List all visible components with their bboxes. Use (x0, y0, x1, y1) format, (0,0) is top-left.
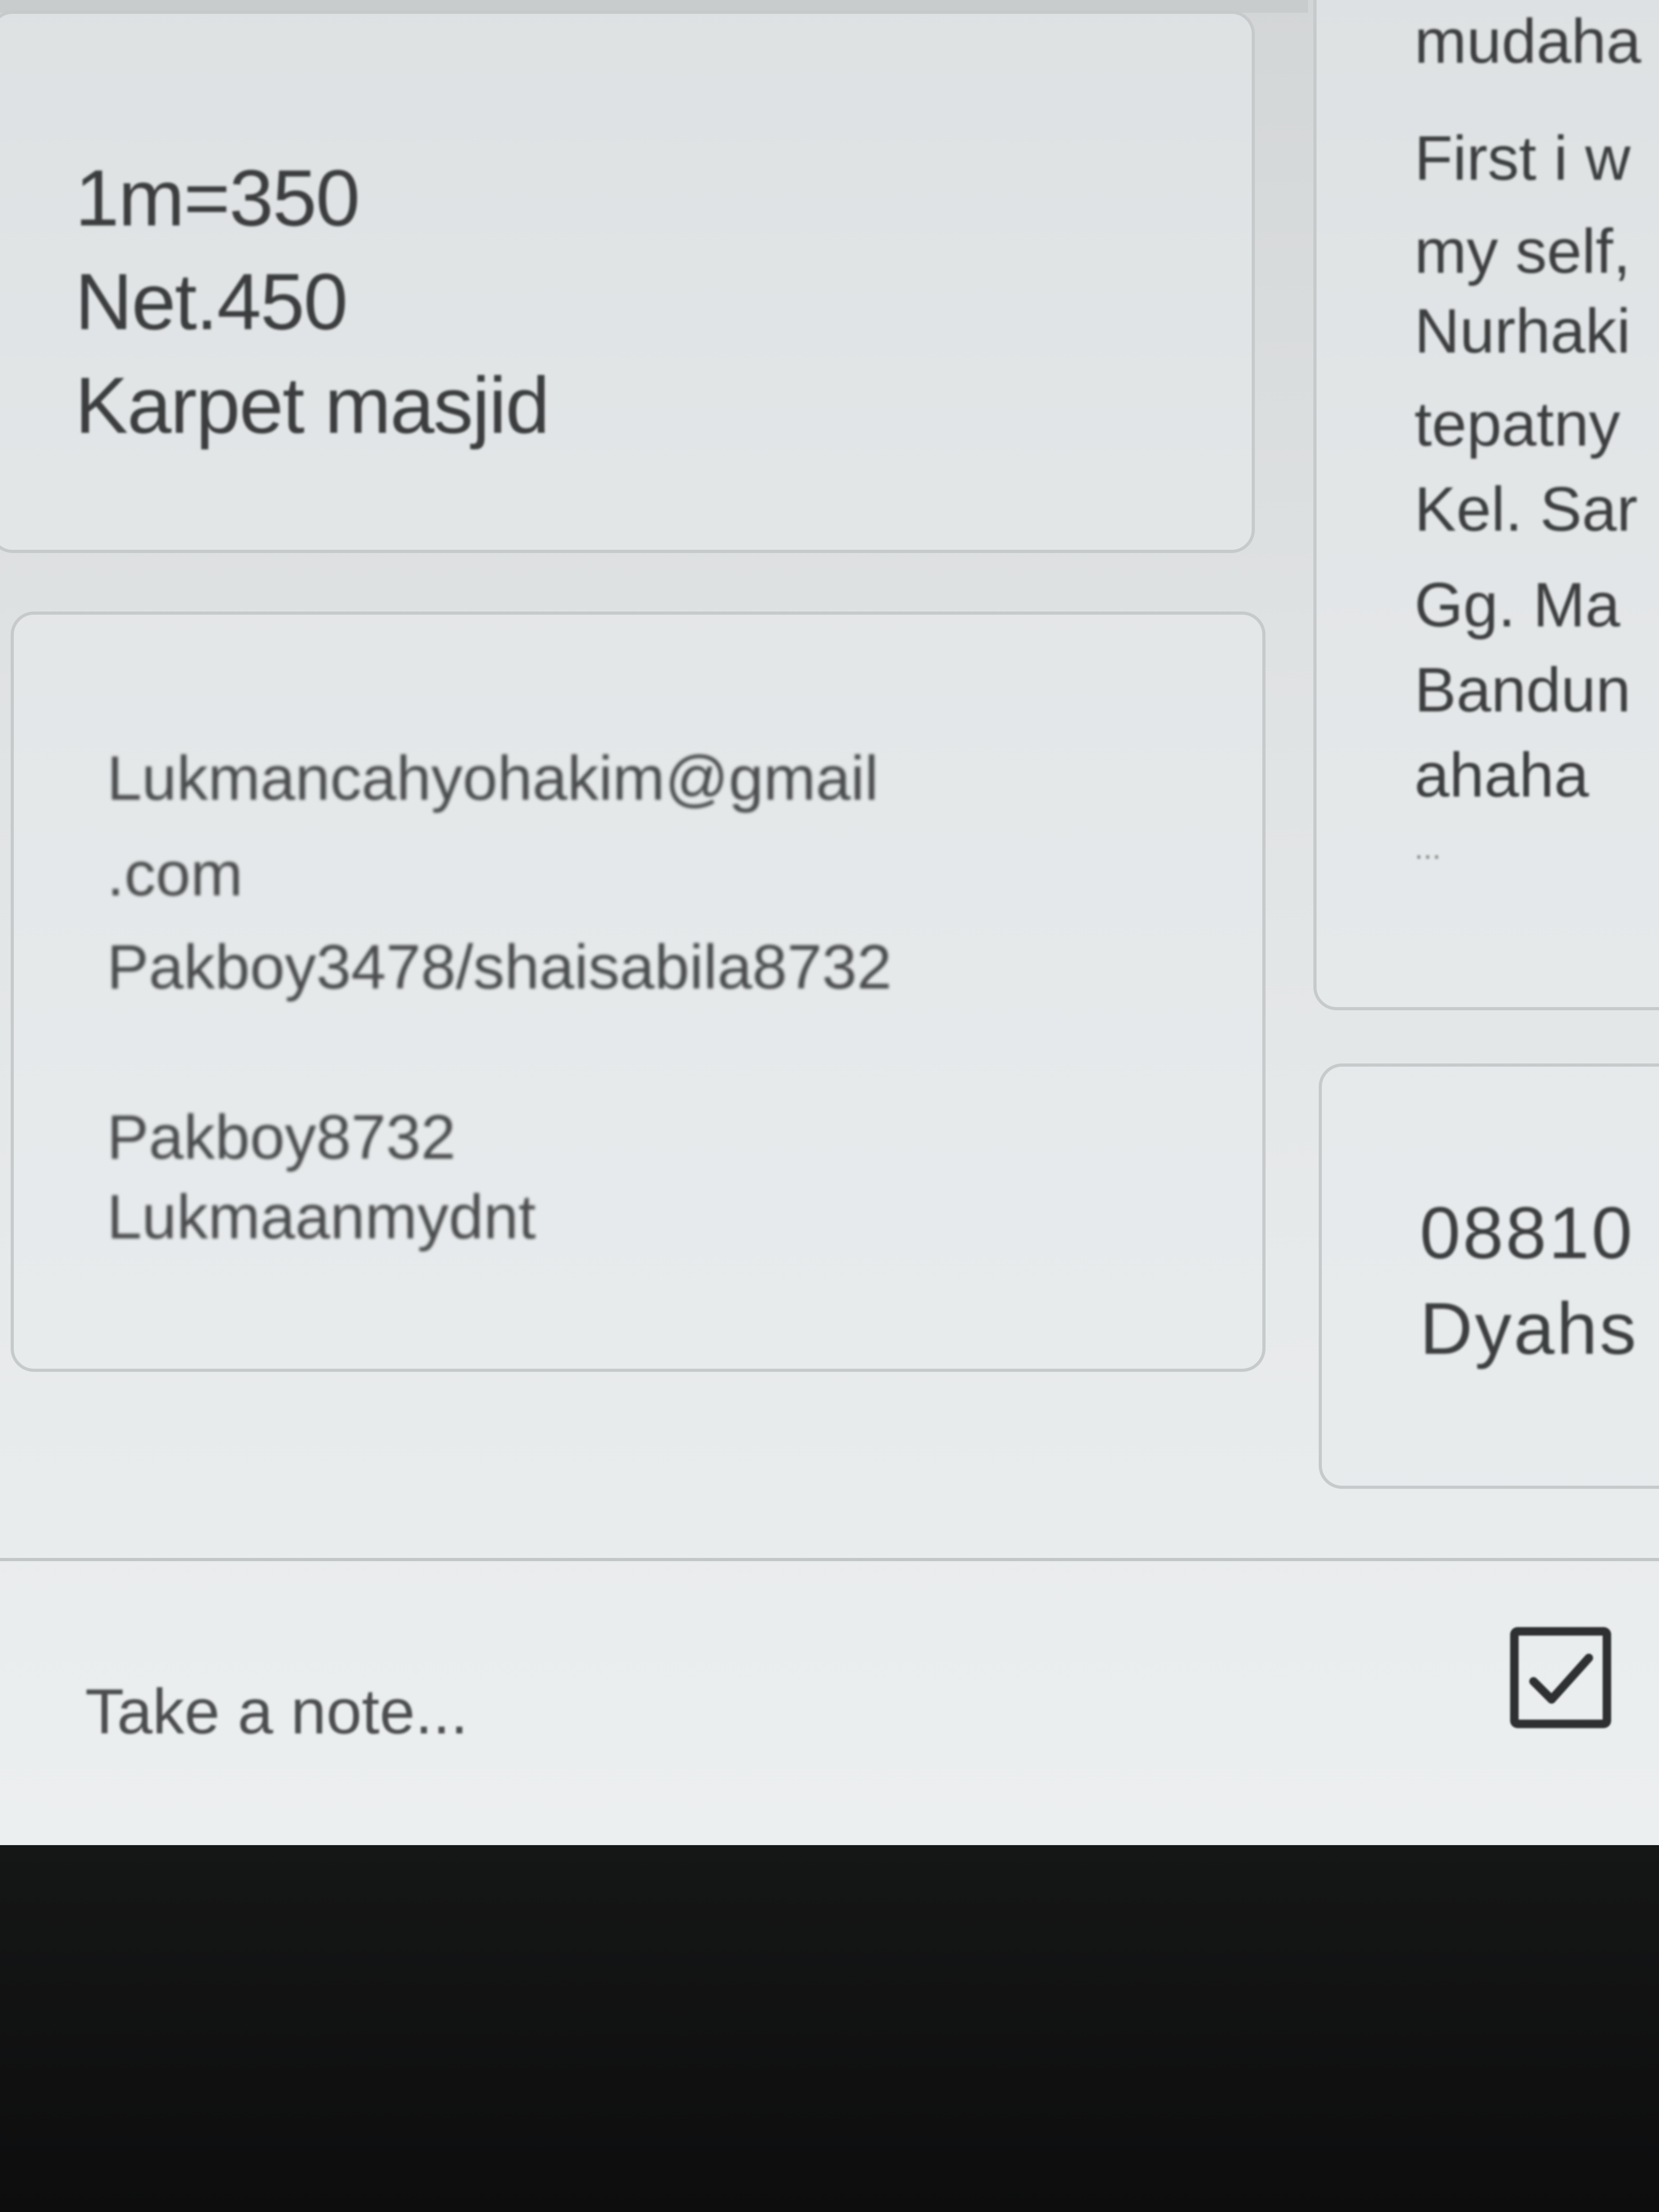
note-text-line: .com (107, 839, 243, 909)
note-text-line: my self, (1414, 216, 1631, 287)
note-card[interactable]: 1m=350 Net.450 Karpet masjid (0, 11, 1255, 553)
new-list-button[interactable] (1510, 1627, 1611, 1728)
note-text-line: Lukmancahyohakim@gmail (107, 743, 879, 814)
note-text-line: Nurhaki (1414, 296, 1631, 366)
note-text-line: Bandun (1414, 655, 1631, 725)
note-text-line: Gg. Ma (1414, 570, 1620, 640)
note-text-line: ahaha (1414, 740, 1589, 810)
note-text-line: Pakboy3478/shaisabila8732 (107, 932, 892, 1002)
bottom-bar-divider (0, 1558, 1659, 1561)
note-text-line: Pakboy8732 (107, 1102, 456, 1172)
device-bezel (0, 1845, 1659, 2212)
note-text-line: 08810 (1420, 1192, 1635, 1274)
note-text-line: 1m=350 (75, 153, 360, 242)
note-text-line: ... (1414, 830, 1442, 866)
note-text-line: Kel. Sar (1414, 474, 1638, 544)
note-card[interactable] (1319, 1063, 1659, 1489)
notes-screen: 1m=350 Net.450 Karpet masjid Lukmancahyo… (0, 0, 1659, 1845)
note-text-line: tepatny (1414, 389, 1621, 459)
checkbox-icon (1529, 1654, 1593, 1704)
note-text-line: mudaha (1414, 6, 1641, 77)
note-card[interactable]: Lukmancahyohakim@gmail .com Pakboy3478/s… (11, 611, 1266, 1372)
note-text-line: First i w (1414, 123, 1631, 194)
note-text-line: Net.450 (75, 257, 348, 346)
note-text-line: Karpet masjid (75, 361, 550, 450)
note-text-line: Dyahs (1420, 1288, 1639, 1370)
note-text-line: Lukmaanmydnt (107, 1182, 536, 1252)
take-a-note-input[interactable]: Take a note... (85, 1675, 468, 1748)
